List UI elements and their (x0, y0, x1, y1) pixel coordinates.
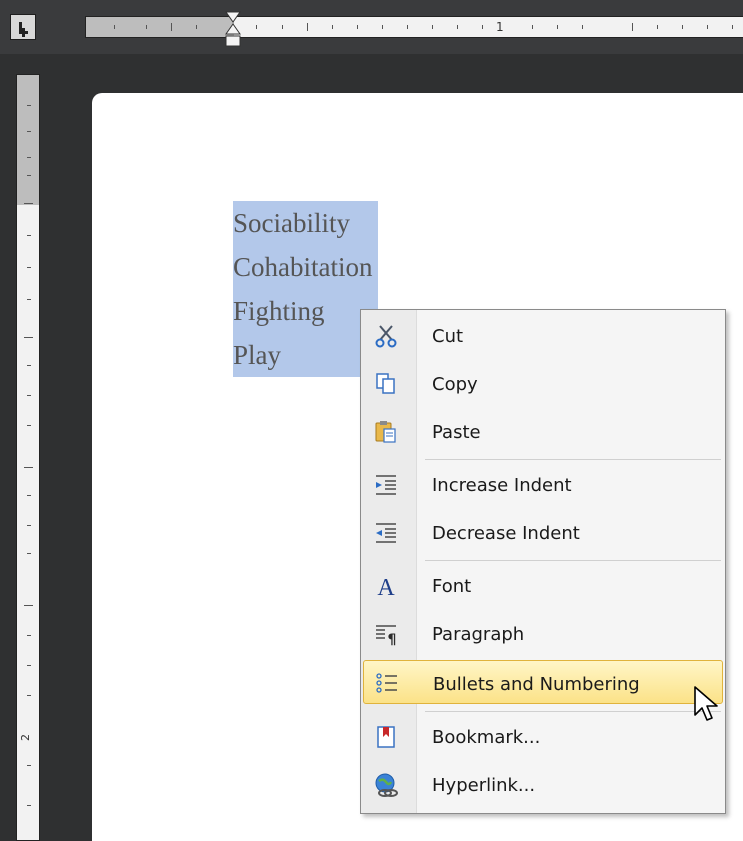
ruler-tick (482, 25, 483, 29)
svg-text:¶: ¶ (388, 632, 397, 646)
document-line[interactable]: Cohabitation (233, 245, 379, 289)
mouse-cursor-icon (694, 686, 718, 721)
ruler-tick (27, 425, 31, 426)
bullets-numbering-icon (376, 673, 397, 693)
ruler-tick (24, 467, 33, 468)
menu-item-label: Cut (432, 326, 464, 347)
vertical-ruler[interactable]: 2 (16, 74, 40, 841)
menu-item-bullets-and-numbering[interactable]: Bullets and Numbering (363, 660, 723, 704)
font-icon: A (377, 575, 395, 598)
increase-indent-icon (376, 475, 396, 495)
menu-item-label: Copy (432, 374, 478, 395)
paste-icon (375, 421, 396, 443)
decrease-indent-icon (376, 523, 396, 543)
ruler-tick (27, 495, 31, 496)
ruler-tick (407, 25, 408, 29)
word-editor-window: 1 2 Sociability Cohabitation Fighting Pl… (0, 0, 743, 841)
ruler-tick (27, 131, 31, 132)
ruler-tick (532, 25, 533, 29)
copy-icon (376, 373, 395, 394)
ruler-tick (682, 25, 683, 29)
tab-stop-selector[interactable] (10, 14, 36, 40)
ruler-tick (27, 267, 31, 268)
scissors-icon (375, 325, 397, 348)
ruler-tick (114, 25, 115, 29)
ruler-tick (27, 805, 31, 806)
ruler-tick (27, 553, 31, 554)
ruler-tick (27, 665, 31, 666)
ruler-number: 2 (19, 734, 32, 741)
horizontal-ruler[interactable]: 1 (85, 16, 743, 38)
ruler-left-margin (86, 17, 234, 37)
ruler-tick (657, 25, 658, 29)
menu-item-label: Bookmark... (432, 727, 541, 748)
paragraph-icon: ¶ (376, 625, 397, 646)
ruler-tick (557, 25, 558, 29)
ruler-tick (382, 25, 383, 29)
ruler-number: 1 (496, 20, 504, 34)
menu-item-label: Decrease Indent (432, 523, 580, 544)
bookmark-icon (377, 726, 395, 748)
ruler-tick (332, 25, 333, 29)
menu-item-decrease-indent[interactable]: Decrease Indent (363, 510, 723, 556)
menu-item-label: Hyperlink... (432, 775, 536, 796)
document-line[interactable]: Sociability (233, 201, 379, 245)
menu-item-label: Font (432, 576, 472, 597)
menu-item-paste[interactable]: Paste (363, 409, 723, 455)
menu-item-bookmark[interactable]: Bookmark... (363, 714, 723, 760)
menu-item-cut[interactable]: Cut (363, 313, 723, 359)
ruler-tick (24, 605, 33, 606)
menu-item-font[interactable]: A Font (363, 563, 723, 609)
ruler-tick (632, 23, 633, 31)
ruler-tick (357, 25, 358, 29)
menu-item-label: Bullets and Numbering (433, 674, 640, 695)
menu-separator (425, 459, 721, 460)
svg-text:A: A (377, 575, 395, 598)
ruler-tick (457, 25, 458, 29)
ruler-tick (27, 365, 31, 366)
ruler-tick (27, 395, 31, 396)
menu-separator (425, 711, 721, 712)
ruler-tick (27, 235, 31, 236)
menu-item-copy[interactable]: Copy (363, 361, 723, 407)
ruler-tick (732, 25, 733, 29)
ruler-tick (256, 25, 257, 29)
ruler-tick (27, 765, 31, 766)
indent-marker-icon[interactable] (224, 10, 242, 50)
ruler-tick (707, 25, 708, 29)
ruler-tick (282, 25, 283, 29)
menu-separator (425, 560, 721, 561)
ruler-tick (27, 635, 31, 636)
ruler-tick (27, 105, 31, 106)
menu-item-label: Paste (432, 422, 481, 443)
ruler-tick (24, 337, 33, 338)
ruler-tick (27, 175, 31, 176)
ruler-tick (432, 25, 433, 29)
ruler-tick (27, 157, 31, 158)
menu-item-increase-indent[interactable]: Increase Indent (363, 462, 723, 508)
ruler-tick (171, 23, 172, 31)
hyperlink-icon (375, 773, 398, 797)
document-line[interactable]: Fighting (233, 289, 379, 333)
document-line[interactable]: Play (233, 333, 379, 377)
ruler-bar: 1 (0, 0, 743, 54)
menu-item-paragraph[interactable]: ¶ Paragraph (363, 611, 723, 657)
menu-item-label: Paragraph (432, 624, 525, 645)
ruler-top-margin (17, 75, 39, 205)
ruler-tick (582, 25, 583, 29)
context-menu: Cut Copy Paste Increase Indent Decrease … (360, 309, 726, 814)
menu-item-hyperlink[interactable]: Hyperlink... (363, 762, 723, 808)
ruler-tick (27, 299, 31, 300)
menu-item-label: Increase Indent (432, 475, 572, 496)
ruler-tick (27, 525, 31, 526)
ruler-tick (27, 695, 31, 696)
ruler-tick (24, 203, 33, 204)
ruler-tick (146, 25, 147, 29)
ruler-tick (196, 25, 197, 29)
selected-text-block[interactable]: Sociability Cohabitation Fighting Play (233, 201, 379, 377)
ruler-tick (307, 23, 308, 31)
